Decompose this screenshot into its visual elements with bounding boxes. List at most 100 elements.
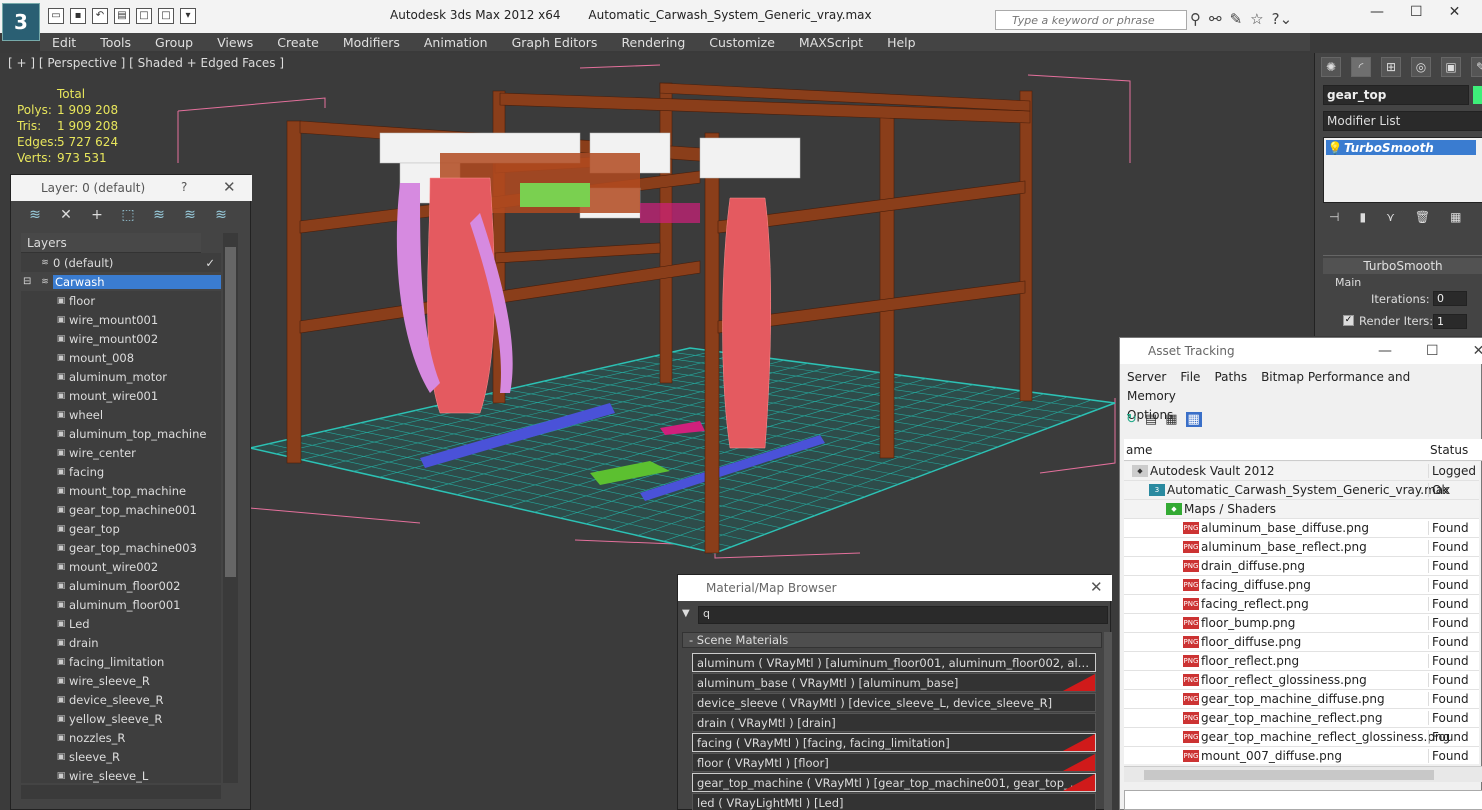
material-row[interactable]: gear_top_machine ( VRayMtl ) [gear_top_m… — [692, 773, 1096, 792]
layer-row[interactable]: ▣ wire_mount002 — [21, 329, 221, 348]
star-search-icon[interactable]: ⚯ — [1209, 10, 1222, 28]
layer-row[interactable]: ▣ device_sleeve_R — [21, 690, 221, 709]
menu-maxscript[interactable]: MAXScript — [787, 35, 875, 50]
material-row[interactable]: floor ( VRayMtl ) [floor] — [692, 753, 1096, 772]
layer-row[interactable]: ▣ Led — [21, 614, 221, 633]
undo-icon[interactable]: ↶ — [92, 8, 108, 24]
modify-tab-icon[interactable]: ◜ — [1351, 57, 1371, 77]
menu-rendering[interactable]: Rendering — [609, 35, 697, 50]
close-icon[interactable]: ✕ — [1090, 578, 1103, 596]
minimize-icon[interactable]: — — [1370, 4, 1384, 20]
asset-row[interactable]: 3 Automatic_Carwash_System_Generic_vray.m… — [1124, 481, 1479, 500]
collapse-icon[interactable]: ⊟ — [23, 276, 37, 287]
hierarchy-tab-icon[interactable]: ⊞ — [1381, 57, 1401, 77]
material-row[interactable]: drain ( VRayMtl ) [drain] — [692, 713, 1096, 732]
object-color-swatch[interactable] — [1473, 86, 1482, 104]
layer-row[interactable]: ▣ yellow_sleeve_R — [21, 709, 221, 728]
layer-row[interactable]: ▣ sleeve_R — [21, 747, 221, 766]
save-icon[interactable]: ▪ — [70, 8, 86, 24]
layer-row[interactable]: ▣ mount_wire001 — [21, 386, 221, 405]
new-icon[interactable]: □ — [136, 8, 152, 24]
refresh-icon[interactable]: ↻ — [1126, 412, 1137, 427]
material-row[interactable]: aluminum_base ( VRayMtl ) [aluminum_base… — [692, 673, 1096, 692]
asset-menu-file[interactable]: File — [1180, 370, 1200, 384]
layer-row[interactable]: ▣ wire_sleeve_R — [21, 671, 221, 690]
search-box[interactable] — [995, 10, 1187, 30]
open-icon[interactable]: ▭ — [48, 8, 64, 24]
utilities-tab-icon[interactable]: ✎ — [1471, 57, 1482, 77]
layer-row[interactable]: ▣ mount_008 — [21, 348, 221, 367]
close-icon[interactable]: ✕ — [223, 178, 236, 196]
layer-row[interactable]: ▣ gear_top — [21, 519, 221, 538]
asset-row[interactable]: PNG gear_top_machine_reflect_glossiness.p… — [1124, 728, 1479, 747]
modifier-list-dropdown[interactable]: Modifier List — [1323, 111, 1482, 131]
show-end-result-icon[interactable]: ▮ — [1359, 210, 1366, 224]
make-unique-icon[interactable]: ⋎ — [1386, 210, 1395, 224]
layer-row[interactable]: ▣ wire_center — [21, 443, 221, 462]
layer-row[interactable]: ▣ aluminum_floor002 — [21, 576, 221, 595]
menu-customize[interactable]: Customize — [697, 35, 787, 50]
layer-row[interactable]: ▣ aluminum_top_machine — [21, 424, 221, 443]
modifier-stack[interactable]: 💡 TurboSmooth — [1323, 137, 1482, 203]
layer-list-hscrollbar[interactable] — [21, 785, 221, 799]
asset-menu-paths[interactable]: Paths — [1214, 370, 1247, 384]
asset-path-field[interactable] — [1124, 790, 1482, 810]
stack-item-turbosmooth[interactable]: 💡 TurboSmooth — [1326, 140, 1476, 155]
display-tab-icon[interactable]: ▣ — [1441, 57, 1461, 77]
table-view-icon[interactable]: ▦ — [1185, 412, 1202, 427]
layer-row[interactable]: ▣ wire_mount001 — [21, 310, 221, 329]
material-row[interactable]: aluminum ( VRayMtl ) [aluminum_floor001,… — [692, 653, 1096, 672]
menu-edit[interactable]: Edit — [40, 35, 88, 50]
layers-column-header[interactable]: Layers — [21, 233, 201, 253]
material-browser-title-bar[interactable]: Material/Map Browser — [678, 575, 1112, 601]
layer-row[interactable]: ▣ facing_limitation — [21, 652, 221, 671]
help-icon[interactable]: ?⌄ — [1272, 10, 1293, 28]
layer-row[interactable]: ▣ aluminum_motor — [21, 367, 221, 386]
minimize-icon[interactable]: — — [1378, 343, 1392, 359]
layer-row[interactable]: ▣ wheel — [21, 405, 221, 424]
create-tab-icon[interactable]: ✺ — [1321, 57, 1341, 77]
layer-row[interactable]: ▣ wire_sleeve_L — [21, 766, 221, 783]
current-layer-check-icon[interactable]: ✓ — [205, 256, 215, 270]
hide-all-icon[interactable]: ≋ — [180, 207, 200, 223]
lightbulb-icon[interactable]: 💡 — [1326, 141, 1344, 155]
asset-row[interactable]: ◆Autodesk Vault 2012 Logged O — [1124, 462, 1479, 481]
asset-menu-server[interactable]: Server — [1127, 370, 1166, 384]
menu-group[interactable]: Group — [143, 35, 205, 50]
asset-row[interactable]: PNG gear_top_machine_diffuse.png Found — [1124, 690, 1479, 709]
star-icon[interactable]: ☆ — [1250, 10, 1263, 28]
layer-row[interactable]: ▣ aluminum_floor001 — [21, 595, 221, 614]
layer-row[interactable]: ▣ drain — [21, 633, 221, 652]
search-input[interactable] — [996, 13, 1172, 27]
delete-layer-icon[interactable]: ✕ — [56, 207, 76, 223]
binoculars-icon[interactable]: ⚲ — [1190, 10, 1201, 28]
thumbnail-view-icon[interactable]: ▦ — [1165, 412, 1177, 427]
wrench-icon[interactable]: ✎ — [1230, 10, 1243, 28]
layer-row[interactable]: ▣ gear_top_machine003 — [21, 538, 221, 557]
select-objects-icon[interactable]: ⬚ — [118, 207, 138, 223]
options-dropdown-icon[interactable]: ▼ — [682, 608, 690, 619]
close-icon[interactable]: ✕ — [1473, 343, 1482, 359]
menu-graph-editors[interactable]: Graph Editors — [500, 35, 610, 50]
material-list-scrollbar[interactable] — [1104, 632, 1112, 810]
material-search-box[interactable] — [698, 606, 1108, 624]
list-view-icon[interactable]: ▤ — [1145, 412, 1157, 427]
layer-row-carwash[interactable]: ⊟ ≋ Carwash — [21, 272, 221, 291]
remove-modifier-icon[interactable]: 🗑 — [1415, 210, 1430, 224]
layer-row[interactable]: ▣ facing — [21, 462, 221, 481]
freeze-all-icon[interactable]: ≋ — [211, 207, 231, 223]
asset-row[interactable]: PNG floor_diffuse.png Found — [1124, 633, 1479, 652]
menu-views[interactable]: Views — [205, 35, 265, 50]
asset-menu-bitmap-performance-and-memory[interactable]: Bitmap Performance and Memory — [1127, 370, 1410, 403]
material-row[interactable]: facing ( VRayMtl ) [facing, facing_limit… — [692, 733, 1096, 752]
asset-row[interactable]: PNG aluminum_base_diffuse.png Found — [1124, 519, 1479, 538]
layer-row[interactable]: ▣ floor — [21, 291, 221, 310]
layer-list-scrollbar[interactable] — [223, 233, 238, 783]
highlight-layer-icon[interactable]: ≋ — [149, 207, 169, 223]
maximize-icon[interactable]: ☐ — [1410, 4, 1423, 20]
rollout-title[interactable]: TurboSmooth — [1323, 258, 1482, 274]
maximize-icon[interactable]: ☐ — [1426, 343, 1439, 359]
new-layer-icon[interactable]: ≋ — [25, 207, 45, 223]
asset-row[interactable]: PNG aluminum_base_reflect.png Found — [1124, 538, 1479, 557]
viewport-label[interactable]: [ + ] [ Perspective ] [ Shaded + Edged F… — [8, 56, 284, 70]
